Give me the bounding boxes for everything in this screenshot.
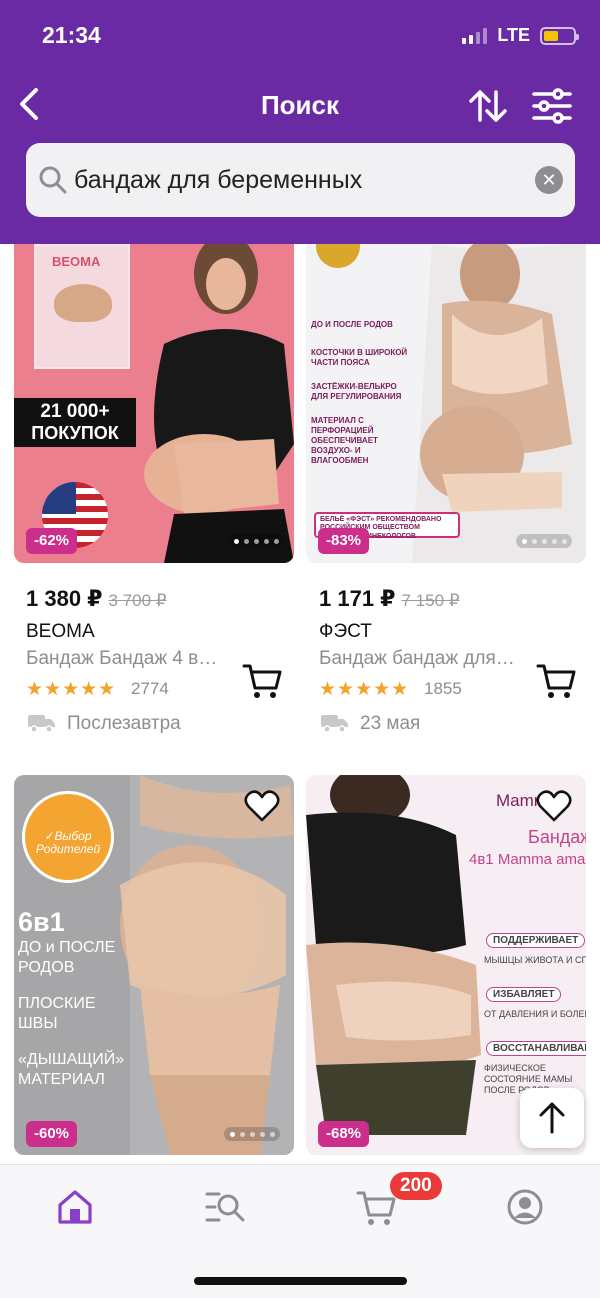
profile-icon[interactable] bbox=[505, 1187, 545, 1227]
page-title: Поиск bbox=[260, 90, 340, 120]
model-image bbox=[306, 775, 481, 1135]
battery-icon bbox=[540, 26, 579, 45]
feature-note-1: МЫШЦЫ ЖИВОТА И СПИНЫ bbox=[484, 955, 586, 965]
price: 1 171 ₽ 7 150 ₽ bbox=[319, 586, 460, 612]
image-pager-dots bbox=[224, 1127, 280, 1141]
image-model: 4в1 Mamma ama bbox=[469, 851, 586, 868]
product-image-3[interactable]: ✓Выбор Родителей 6в1 ДО и ПОСЛЕ РОДОВ ПЛ… bbox=[14, 775, 294, 1155]
purchases-label: ПОКУПОК bbox=[31, 423, 119, 443]
promo-line-1: ДО и ПОСЛЕ РОДОВ bbox=[18, 939, 116, 976]
arrow-up-icon bbox=[539, 1102, 565, 1134]
sort-icon[interactable] bbox=[466, 86, 510, 126]
cart-count-badge: 200 bbox=[390, 1172, 442, 1200]
product-image-2[interactable]: ДО И ПОСЛЕ РОДОВ КОСТОЧКИ В ШИРОКОЙ ЧАСТ… bbox=[306, 244, 586, 563]
package-image: BEOMA bbox=[34, 244, 130, 369]
model-image bbox=[144, 244, 294, 563]
add-to-cart-icon[interactable] bbox=[242, 662, 282, 700]
feature-pill-2: ИЗБАВЛЯЕТ bbox=[486, 987, 562, 1002]
search-bar[interactable]: ✕ bbox=[26, 143, 575, 217]
delivery-date: 23 мая bbox=[360, 713, 421, 734]
search-input[interactable] bbox=[74, 155, 514, 205]
product-title[interactable]: Бандаж бандаж для… bbox=[319, 648, 539, 670]
promo-text: 6в1 ДО и ПОСЛЕ РОДОВ ПЛОСКИЕ ШВЫ «ДЫШАЩИ… bbox=[18, 907, 128, 1090]
home-icon[interactable] bbox=[55, 1187, 95, 1227]
network-label: LTE bbox=[497, 25, 530, 45]
product-image-1[interactable]: BEOMA 21 000+ ПОКУПОК -62% bbox=[14, 244, 294, 563]
promo-headline: 6в1 bbox=[18, 907, 65, 937]
home-indicator bbox=[194, 1277, 407, 1285]
image-subtitle: Бандаж bbox=[528, 827, 586, 847]
purchases-count: 21 000+ bbox=[40, 401, 110, 422]
brand-name: ФЭСТ bbox=[319, 621, 372, 642]
heart-icon[interactable] bbox=[244, 789, 280, 823]
clear-icon[interactable]: ✕ bbox=[535, 166, 563, 194]
package-brand: BEOMA bbox=[52, 254, 101, 269]
price: 1 380 ₽ 3 700 ₽ bbox=[26, 586, 167, 612]
status-bar: 21:34 LTE bbox=[0, 0, 600, 72]
image-pager-dots bbox=[228, 534, 284, 548]
feature-text-1: ДО И ПОСЛЕ РОДОВ bbox=[311, 320, 393, 329]
discount-badge: -83% bbox=[318, 528, 370, 554]
header: 21:34 LTE Поиск ✕ bbox=[0, 0, 600, 244]
status-indicators: LTE bbox=[462, 25, 579, 46]
brand-name: BEOMA bbox=[26, 621, 95, 642]
rating-stars: ★★★★★ bbox=[26, 679, 117, 700]
search-icon bbox=[39, 166, 67, 194]
filter-icon[interactable] bbox=[530, 86, 574, 126]
truck-icon bbox=[321, 715, 348, 733]
catalog-search-icon[interactable] bbox=[205, 1187, 245, 1227]
feature-pill-3: ВОССТАНАВЛИВАЕТ bbox=[486, 1041, 586, 1056]
scroll-top-button[interactable] bbox=[520, 1088, 584, 1148]
old-price: 7 150 ₽ bbox=[401, 591, 460, 610]
navbar: Поиск bbox=[0, 72, 600, 138]
signal-icon bbox=[462, 27, 488, 44]
feature-text-2: КОСТОЧКИ В ШИРОКОЙ ЧАСТИ ПОЯСА bbox=[311, 348, 408, 367]
cart-icon[interactable] bbox=[356, 1187, 396, 1227]
discount-badge: -62% bbox=[26, 528, 78, 554]
add-to-cart-icon[interactable] bbox=[536, 662, 576, 700]
promo-line-3: «ДЫШАЩИЙ» МАТЕРИАЛ bbox=[18, 1051, 125, 1088]
current-price: 1 380 ₽ bbox=[26, 586, 103, 611]
image-pager-dots bbox=[516, 534, 572, 548]
award-sticker: ✓Выбор Родителей bbox=[22, 791, 114, 883]
promo-line-2: ПЛОСКИЕ ШВЫ bbox=[18, 995, 96, 1032]
delivery-date: Послезавтра bbox=[67, 713, 181, 734]
review-count: 2774 bbox=[131, 679, 169, 698]
truck-icon bbox=[28, 715, 55, 733]
medal-icons bbox=[316, 244, 360, 268]
feature-text-3: ЗАСТЁЖКИ-ВЕЛЬКРО ДЛЯ РЕГУЛИРОВАНИЯ bbox=[311, 382, 402, 401]
discount-badge: -68% bbox=[318, 1121, 370, 1147]
product-title[interactable]: Бандаж Бандаж 4 в… bbox=[26, 648, 246, 670]
old-price: 3 700 ₽ bbox=[108, 591, 167, 610]
feature-pill-1: ПОДДЕРЖИВАЕТ bbox=[486, 933, 586, 948]
model-image bbox=[120, 775, 294, 1155]
discount-badge: -60% bbox=[26, 1121, 78, 1147]
feature-note-2: ОТ ДАВЛЕНИЯ И БОЛЕЙ В СПИНЕ bbox=[484, 1009, 586, 1019]
purchases-badge: 21 000+ ПОКУПОК bbox=[14, 398, 136, 447]
review-count: 1855 bbox=[424, 679, 462, 698]
heart-icon[interactable] bbox=[536, 789, 572, 823]
status-time: 21:34 bbox=[42, 22, 101, 48]
current-price: 1 171 ₽ bbox=[319, 586, 396, 611]
feature-text-4: МАТЕРИАЛ С ПЕРФОРАЦИЕЙ ОБЕСПЕЧИВАЕТ ВОЗД… bbox=[311, 416, 378, 465]
rating-stars: ★★★★★ bbox=[319, 679, 410, 700]
